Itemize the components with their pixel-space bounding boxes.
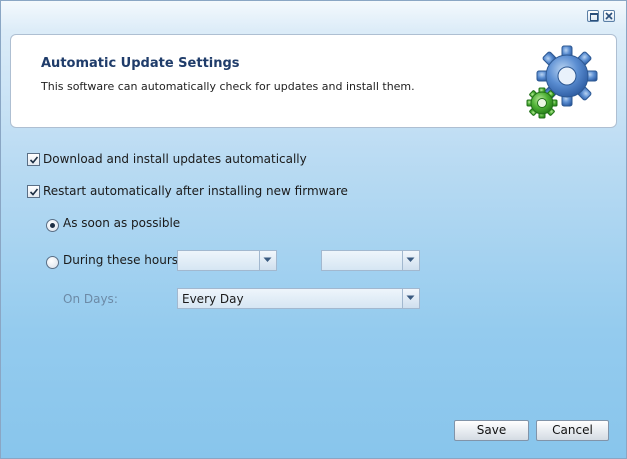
days-dropdown-button[interactable]	[402, 289, 419, 308]
days-value: Every Day	[182, 292, 244, 306]
asap-radio[interactable]	[46, 219, 59, 232]
checkmark-icon	[29, 188, 39, 196]
auto-restart-label[interactable]: Restart automatically after installing n…	[43, 184, 348, 198]
chevron-down-icon	[406, 257, 415, 262]
start-hour-dropdown-button[interactable]	[259, 251, 276, 270]
hours-label[interactable]: During these hours	[63, 253, 178, 267]
save-button[interactable]: Save	[454, 420, 529, 441]
end-hour-select[interactable]	[321, 250, 420, 271]
cancel-button[interactable]: Cancel	[536, 420, 609, 441]
page-description: This software can automatically check fo…	[41, 80, 415, 93]
auto-restart-checkbox[interactable]	[27, 185, 40, 198]
chevron-down-icon	[263, 257, 272, 262]
header-panel: Automatic Update Settings This software …	[10, 34, 617, 128]
start-hour-select[interactable]	[177, 250, 277, 271]
auto-install-label[interactable]: Download and install updates automatical…	[43, 152, 307, 166]
gears-icon	[526, 45, 598, 119]
close-icon	[605, 12, 613, 20]
asap-label[interactable]: As soon as possible	[63, 216, 180, 230]
hours-radio[interactable]	[46, 256, 59, 269]
chevron-down-icon	[406, 295, 415, 300]
page-title: Automatic Update Settings	[41, 56, 240, 71]
settings-window: Automatic Update Settings This software …	[0, 0, 627, 459]
maximize-button[interactable]	[587, 10, 599, 22]
checkmark-icon	[29, 156, 39, 164]
auto-install-checkbox[interactable]	[27, 153, 40, 166]
days-select[interactable]: Every Day	[177, 288, 420, 309]
close-button[interactable]	[603, 10, 615, 22]
end-hour-dropdown-button[interactable]	[402, 251, 419, 270]
on-days-label: On Days:	[63, 292, 118, 306]
